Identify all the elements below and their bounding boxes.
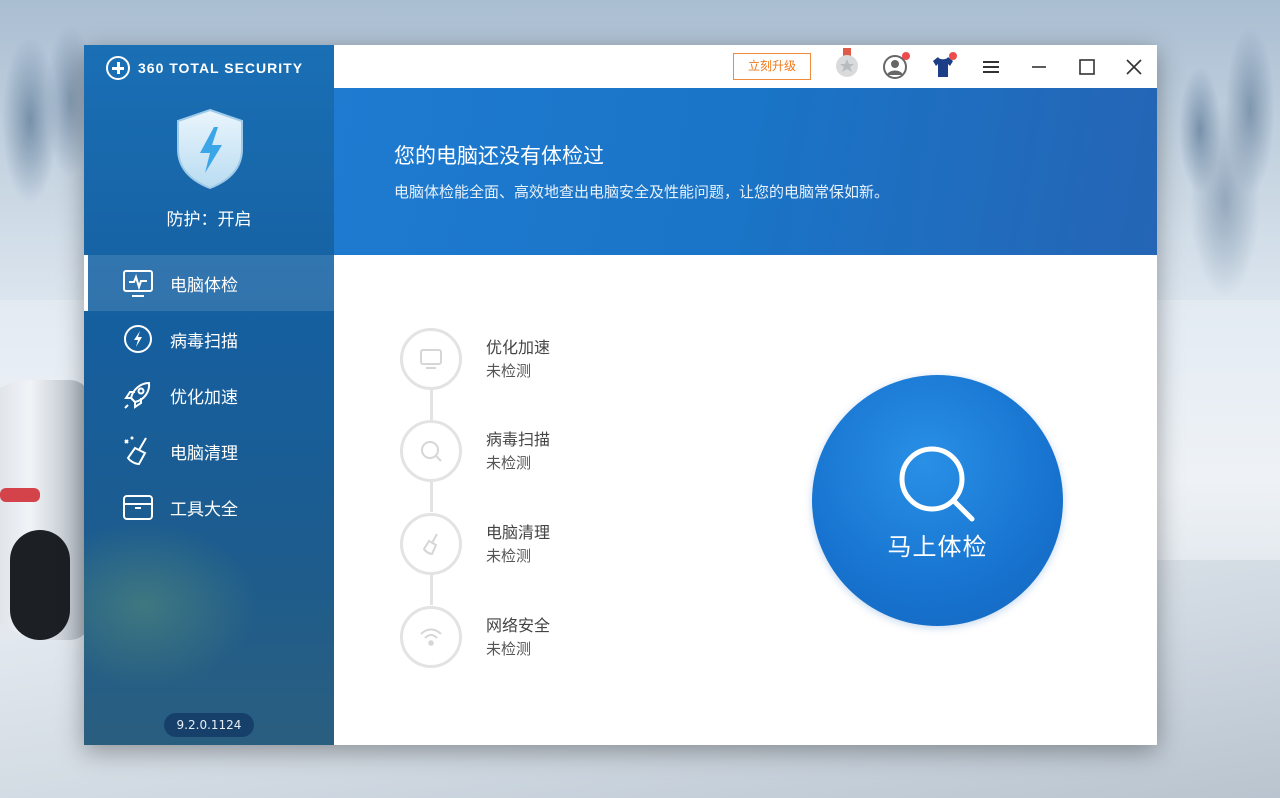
toolbox-icon (120, 489, 156, 525)
search-icon (899, 446, 975, 522)
check-name: 优化加速 (486, 338, 551, 357)
check-status: 未检测 (486, 454, 532, 472)
check-name: 电脑清理 (486, 523, 551, 542)
check-connector (430, 390, 433, 420)
start-checkup-label: 马上体检 (887, 533, 988, 561)
check-item-cleanup: 电脑清理 未检测 (400, 513, 660, 575)
monitor-icon (400, 328, 462, 390)
titlebar: 立刻升级 (334, 45, 1157, 88)
notification-dot (949, 52, 957, 60)
app-window: 360 TOTAL SECURITY 防护：开启 电脑体检 病毒扫描 优化加速 … (84, 45, 1157, 745)
rocket-icon (120, 377, 156, 413)
sidebar-item-label: 电脑清理 (170, 443, 238, 464)
sidebar-item-virus-scan[interactable]: 病毒扫描 (84, 311, 334, 367)
check-connector (430, 482, 433, 512)
car-wheel (10, 530, 70, 640)
minimize-icon[interactable] (1026, 54, 1052, 80)
close-icon[interactable] (1121, 54, 1147, 80)
check-name: 网络安全 (486, 616, 551, 635)
banner-title: 您的电脑还没有体检过 (394, 144, 604, 168)
check-status: 未检测 (486, 547, 532, 565)
main-panel: 立刻升级 您的电脑还没有体检过 电脑体检能全面、高效地查出电脑安全及性能问题，让… (334, 45, 1157, 745)
sidebar-item-checkup[interactable]: 电脑体检 (84, 255, 334, 311)
tshirt-icon[interactable] (930, 52, 957, 80)
monitor-pulse-icon (120, 265, 156, 301)
notification-dot (902, 52, 910, 60)
check-connector (430, 575, 433, 605)
sidebar-nav: 电脑体检 病毒扫描 优化加速 电脑清理 工具大全 (84, 255, 334, 535)
upgrade-button[interactable]: 立刻升级 (733, 53, 811, 80)
sidebar-item-label: 病毒扫描 (170, 331, 238, 352)
status-banner: 您的电脑还没有体检过 电脑体检能全面、高效地查出电脑安全及性能问题，让您的电脑常… (334, 88, 1157, 255)
sidebar-item-speedup[interactable]: 优化加速 (84, 367, 334, 423)
user-avatar-icon[interactable] (882, 52, 910, 80)
start-checkup-button[interactable]: 马上体检 (812, 375, 1063, 626)
banner-subtitle: 电脑体检能全面、高效地查出电脑安全及性能问题，让您的电脑常保如新。 (394, 183, 890, 201)
brand: 360 TOTAL SECURITY (106, 56, 304, 80)
background-car (0, 380, 90, 640)
version-badge: 9.2.0.1124 (164, 713, 254, 737)
search-icon (400, 420, 462, 482)
bolt-circle-icon (120, 321, 156, 357)
sidebar-item-cleanup[interactable]: 电脑清理 (84, 423, 334, 479)
check-name: 病毒扫描 (486, 430, 551, 449)
sidebar-item-label: 工具大全 (170, 499, 238, 520)
check-item-speedup: 优化加速 未检测 (400, 328, 660, 390)
brand-name: 360 TOTAL SECURITY (138, 60, 304, 76)
broom-icon (120, 433, 156, 469)
protection-status: 防护：开启 (166, 210, 252, 230)
check-status: 未检测 (486, 362, 532, 380)
car-tail-light (0, 488, 40, 502)
medal-icon[interactable] (834, 48, 860, 80)
sidebar-item-label: 优化加速 (170, 387, 238, 408)
sidebar: 360 TOTAL SECURITY 防护：开启 电脑体检 病毒扫描 优化加速 … (84, 45, 334, 745)
sidebar-item-label: 电脑体检 (170, 275, 238, 296)
wifi-icon (400, 606, 462, 668)
sidebar-item-toolbox[interactable]: 工具大全 (84, 479, 334, 535)
check-item-virus-scan: 病毒扫描 未检测 (400, 420, 660, 482)
maximize-icon[interactable] (1074, 54, 1100, 80)
plus-logo-icon (106, 56, 130, 80)
menu-icon[interactable] (978, 54, 1004, 80)
check-status: 未检测 (486, 640, 532, 658)
broom-icon (400, 513, 462, 575)
check-item-network: 网络安全 未检测 (400, 606, 660, 668)
shield-icon[interactable] (172, 107, 248, 191)
